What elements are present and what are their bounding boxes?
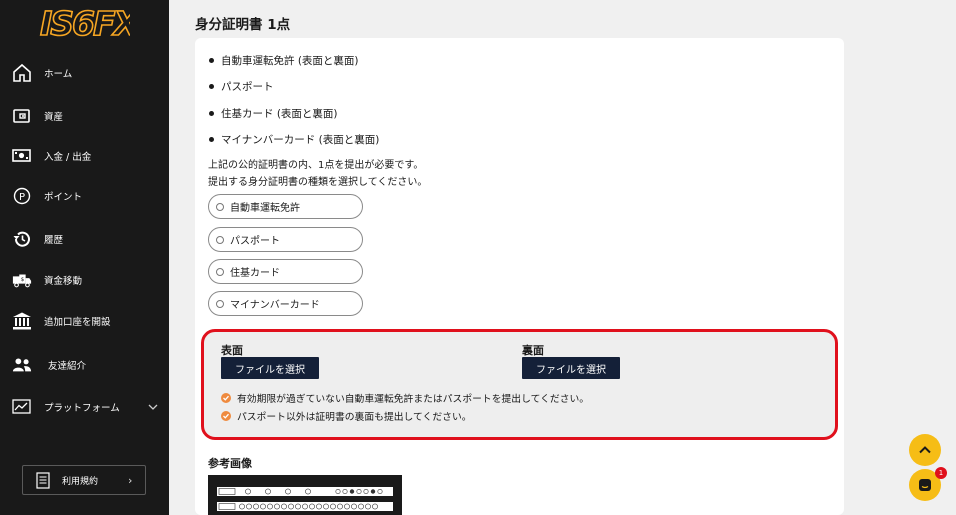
document-icon xyxy=(36,472,50,489)
bullet-dot xyxy=(209,84,214,89)
sidebar-item-label: 友達紹介 xyxy=(48,361,87,372)
list-item: マイナンバーカード (表面と裏面) xyxy=(209,132,379,147)
sidebar-item-platform[interactable]: プラットフォーム xyxy=(0,394,169,420)
reference-title: 参考画像 xyxy=(208,457,252,470)
list-item-text: マイナンバーカード (表面と裏面) xyxy=(221,134,380,146)
chevron-right-icon: › xyxy=(128,473,133,487)
scroll-top-button[interactable] xyxy=(909,434,941,466)
svg-text:IS6FX: IS6FX xyxy=(40,4,130,42)
wallet-icon xyxy=(12,106,32,126)
sidebar-item-history[interactable]: 履歴 xyxy=(0,226,169,252)
sidebar-item-label: 資産 xyxy=(44,112,64,123)
terms-label: 利用規約 xyxy=(62,476,99,487)
radio-label: マイナンバーカード xyxy=(230,300,320,311)
sidebar-item-label: 追加口座を開設 xyxy=(44,317,111,328)
list-item-text: 自動車運転免許 (表面と裏面) xyxy=(221,55,359,67)
check-icon xyxy=(221,393,231,403)
front-file-button[interactable]: ファイルを選択 xyxy=(221,357,319,379)
sidebar-item-home[interactable]: ホーム xyxy=(0,60,169,86)
is6fx-logo[interactable]: IS6FX xyxy=(38,4,130,42)
chevron-up-icon xyxy=(919,446,931,454)
reference-form-graphic xyxy=(217,487,393,511)
radio-passport[interactable]: パスポート xyxy=(208,227,363,252)
bullet-dot xyxy=(209,58,214,63)
money-icon xyxy=(12,146,32,166)
history-icon xyxy=(12,229,32,249)
notification-badge: 1 xyxy=(935,467,947,479)
sidebar-item-referral[interactable]: 友達紹介 xyxy=(0,352,169,378)
instruction-text: 提出する身分証明書の種類を選択してください。 xyxy=(208,177,428,188)
sidebar-item-label: 入金 / 出金 xyxy=(44,152,92,163)
home-icon xyxy=(12,63,32,83)
sidebar-item-label: ポイント xyxy=(44,192,83,203)
upload-section: 表面 ファイルを選択 裏面 ファイルを選択 有効期限が過ぎていない自動車運転免許… xyxy=(201,329,838,440)
list-item: 住基カード (表面と裏面) xyxy=(209,106,338,121)
list-item-text: 住基カード (表面と裏面) xyxy=(221,108,338,120)
terms-button[interactable]: 利用規約 › xyxy=(22,465,146,495)
svg-text:$: $ xyxy=(21,277,25,283)
sidebar-item-assets[interactable]: 資産 xyxy=(0,103,169,129)
sidebar-item-label: 履歴 xyxy=(44,235,64,246)
radio-circle xyxy=(216,235,224,244)
points-icon: P xyxy=(12,186,32,206)
list-item: パスポート xyxy=(209,79,274,94)
bullet-dot xyxy=(209,111,214,116)
sidebar-item-deposit-withdraw[interactable]: 入金 / 出金 xyxy=(0,143,169,169)
radio-label: 自動車運転免許 xyxy=(230,203,300,214)
chevron-down-icon xyxy=(148,404,158,410)
back-file-button[interactable]: ファイルを選択 xyxy=(522,357,620,379)
upload-note: 有効期限が過ぎていない自動車運転免許またはパスポートを提出してください。 xyxy=(221,391,589,405)
bullet-dot xyxy=(209,137,214,142)
radio-drivers-license[interactable]: 自動車運転免許 xyxy=(208,194,363,219)
users-icon xyxy=(12,355,32,375)
radio-my-number-card[interactable]: マイナンバーカード xyxy=(208,291,363,316)
sidebar-item-label: プラットフォーム xyxy=(44,403,120,414)
chart-icon xyxy=(12,397,32,417)
radio-circle xyxy=(216,299,224,308)
svg-text:P: P xyxy=(19,192,25,203)
front-label: 表面 xyxy=(221,344,243,357)
sidebar-item-open-account[interactable]: 追加口座を開設 xyxy=(0,308,169,334)
radio-circle xyxy=(216,267,224,276)
back-label: 裏面 xyxy=(522,344,544,357)
note-text: パスポート以外は証明書の裏面も提出してください。 xyxy=(237,412,472,423)
sidebar-item-fund-transfer[interactable]: $ 資金移動 xyxy=(0,267,169,293)
radio-circle xyxy=(216,202,224,211)
list-item: 自動車運転免許 (表面と裏面) xyxy=(209,53,359,68)
sidebar: IS6FX ホーム 資産 入金 / 出金 P ポイント 履歴 $ 資金移動 追加… xyxy=(0,0,169,515)
bank-icon xyxy=(12,311,32,331)
instruction-text: 上記の公的証明書の内、1点を提出が必要です。 xyxy=(208,160,424,171)
sidebar-item-points[interactable]: P ポイント xyxy=(0,183,169,209)
truck-icon: $ xyxy=(12,270,32,290)
upload-note: パスポート以外は証明書の裏面も提出してください。 xyxy=(221,409,472,423)
radio-label: パスポート xyxy=(230,236,280,247)
note-text: 有効期限が過ぎていない自動車運転免許またはパスポートを提出してください。 xyxy=(237,394,590,405)
radio-label: 住基カード xyxy=(230,268,280,279)
id-document-card: 自動車運転免許 (表面と裏面) パスポート 住基カード (表面と裏面) マイナン… xyxy=(195,38,844,515)
sidebar-item-label: 資金移動 xyxy=(44,276,83,287)
reference-image xyxy=(208,475,402,515)
radio-juki-card[interactable]: 住基カード xyxy=(208,259,363,284)
list-item-text: パスポート xyxy=(221,81,274,93)
chat-icon xyxy=(919,479,931,491)
sidebar-item-label: ホーム xyxy=(44,69,73,80)
check-icon xyxy=(221,411,231,421)
page-title: 身分証明書 1点 xyxy=(195,17,291,33)
